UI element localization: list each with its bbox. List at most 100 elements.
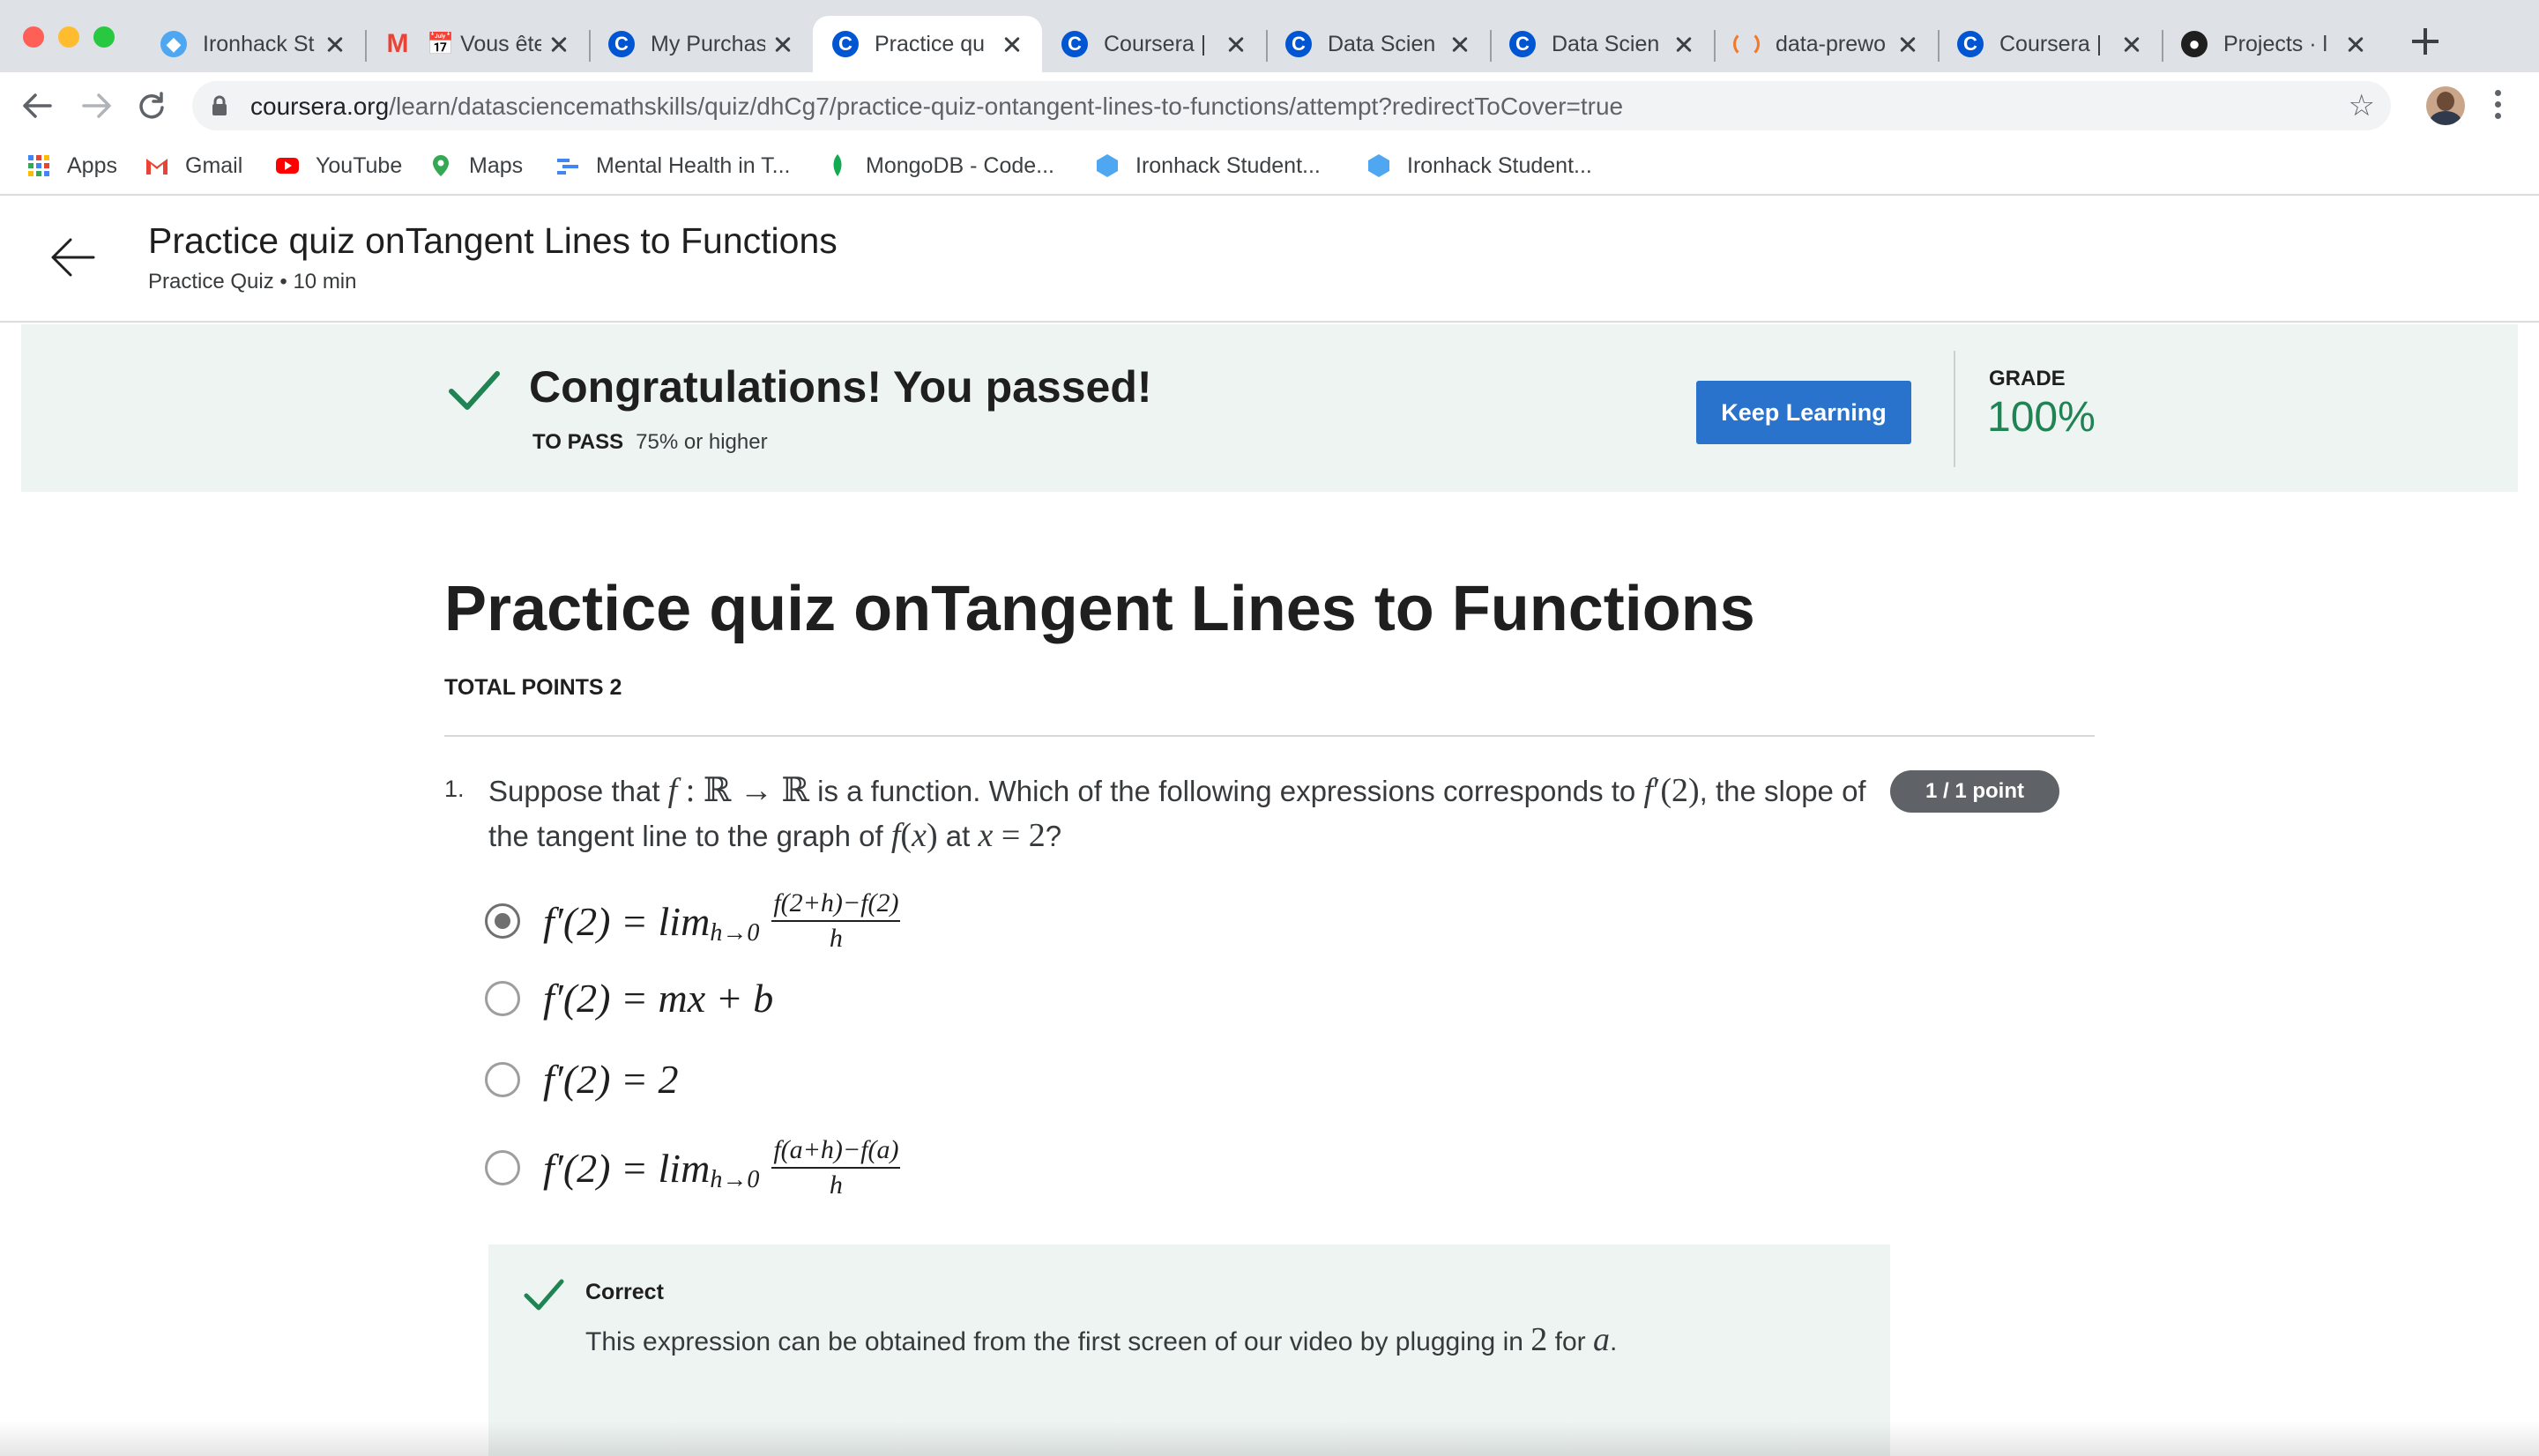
browser-tab[interactable]: C Coursera | xyxy=(1938,16,2162,72)
radio-button[interactable] xyxy=(485,1061,520,1097)
tab-close-icon[interactable] xyxy=(323,32,347,56)
tab-close-icon[interactable] xyxy=(771,32,795,56)
coursera-icon: C xyxy=(1285,31,1312,57)
passed-title: Congratulations! You passed! xyxy=(529,362,1152,412)
radio-button[interactable] xyxy=(485,1150,520,1185)
tab-close-icon[interactable] xyxy=(1224,32,1248,56)
bookmark-icon xyxy=(557,159,578,175)
tab-title: My Purchas xyxy=(651,31,765,56)
coursera-icon: C xyxy=(1509,31,1536,57)
quiz-title: Practice quiz onTangent Lines to Functio… xyxy=(444,574,1755,644)
browser-tab[interactable]: C Data Scien xyxy=(1266,16,1490,72)
profile-avatar[interactable] xyxy=(2426,86,2465,125)
option-formula: f′(2) = mx + b xyxy=(543,976,774,1021)
question-text: Suppose that f : ℝ → ℝ is a function. Wh… xyxy=(488,772,1866,854)
tab-title: Practice qu xyxy=(875,31,986,56)
answer-option[interactable]: f′(2) = 2 xyxy=(485,1056,679,1103)
passed-banner: Congratulations! You passed! TO PASS 75% … xyxy=(21,324,2518,492)
bookmark-label: YouTube xyxy=(316,152,403,178)
tab-close-icon[interactable] xyxy=(1448,32,1472,56)
browser-tab[interactable]: C Coursera | xyxy=(1042,16,1266,72)
reload-icon[interactable] xyxy=(134,88,169,123)
tab-title: Coursera | xyxy=(1104,31,1207,56)
question-number: 1. xyxy=(444,776,465,802)
option-formula: f′(2) = 2 xyxy=(543,1057,679,1102)
jupyter-icon xyxy=(1733,31,1760,57)
bookmark-mongodb[interactable]: MongoDB - Code... xyxy=(825,148,1054,183)
page-subtitle: Practice Quiz • 10 min xyxy=(148,270,357,293)
to-pass-value: 75% or higher xyxy=(636,430,768,454)
bookmark-label: MongoDB - Code... xyxy=(866,152,1054,178)
coursera-icon: C xyxy=(1061,31,1088,57)
address-bar[interactable]: coursera.org/learn/datasciencemathskills… xyxy=(192,81,2391,130)
forward-arrow-icon[interactable] xyxy=(79,88,115,123)
tab-close-icon[interactable] xyxy=(1895,32,1920,56)
tab-title: Data Scien xyxy=(1552,31,1660,56)
maps-pin-icon xyxy=(433,155,449,176)
bookmark-star-icon[interactable]: ☆ xyxy=(2349,90,2375,122)
answer-option[interactable]: f′(2) = lim h→0 f(2+h)−f(2) h xyxy=(485,888,901,954)
ironhack-icon xyxy=(1097,154,1118,177)
browser-tab[interactable]: C Data Scien xyxy=(1490,16,1714,72)
checkmark-icon xyxy=(524,1279,564,1311)
ironhack-icon xyxy=(1368,154,1389,177)
bookmark-apps[interactable]: Apps xyxy=(26,148,117,183)
browser-toolbar: coursera.org/learn/datasciencemathskills… xyxy=(0,72,2539,139)
url-text: coursera.org/learn/datasciencemathskills… xyxy=(250,93,1624,120)
browser-tab-bar: ◆ Ironhack St M 📅 Vous ête C My Purchas … xyxy=(0,0,2539,72)
browser-tab[interactable]: data-prewo xyxy=(1714,16,1938,72)
bookmark-youtube[interactable]: YouTube xyxy=(275,148,402,183)
radio-button[interactable] xyxy=(485,980,520,1016)
back-arrow-icon[interactable] xyxy=(49,234,95,280)
tab-title: data-prewo xyxy=(1776,31,1887,56)
bookmark-label: Apps xyxy=(67,152,117,178)
points-badge: 1 / 1 point xyxy=(1890,770,2059,813)
new-tab-plus-icon[interactable] xyxy=(2412,28,2438,55)
page-title: Practice quiz onTangent Lines to Functio… xyxy=(148,220,838,261)
gmail-icon xyxy=(146,159,168,175)
bookmark-label: Ironhack Student... xyxy=(1135,152,1321,178)
bookmark-label: Mental Health in T... xyxy=(596,152,791,178)
browser-tab[interactable]: ● Projects · l xyxy=(2162,16,2386,72)
quiz-page-header: Practice quiz onTangent Lines to Functio… xyxy=(0,196,2539,323)
radio-button-selected[interactable] xyxy=(485,903,520,939)
tab-close-icon[interactable] xyxy=(2343,32,2368,56)
bookmark-gmail[interactable]: Gmail xyxy=(145,148,242,183)
bookmark-ironhack-2[interactable]: Ironhack Student... xyxy=(1366,148,1592,183)
tab-close-icon[interactable] xyxy=(1672,32,1696,56)
bookmark-maps[interactable]: Maps xyxy=(428,148,523,183)
bookmark-ironhack-1[interactable]: Ironhack Student... xyxy=(1095,148,1321,183)
minimize-window-button[interactable] xyxy=(58,26,79,48)
grade-divider xyxy=(1954,351,1955,467)
bookmarks-bar: Apps Gmail YouTube Maps Mental Health in… xyxy=(0,139,2539,196)
feedback-title: Correct xyxy=(585,1280,664,1304)
coursera-icon: C xyxy=(608,31,635,57)
option-formula: f′(2) = lim h→0 f(a+h)−f(a) h xyxy=(543,1135,901,1200)
feedback-text: This expression can be obtained from the… xyxy=(585,1321,1618,1358)
bookmark-mental-health[interactable]: Mental Health in T... xyxy=(555,148,790,183)
tab-close-icon[interactable] xyxy=(547,32,571,56)
keep-learning-button[interactable]: Keep Learning xyxy=(1696,381,1911,444)
browser-tab[interactable]: M 📅 Vous ête xyxy=(365,16,589,72)
ironhack-icon: ◆ xyxy=(160,31,187,57)
total-points: TOTAL POINTS 2 xyxy=(444,675,622,700)
browser-tab[interactable]: ◆ Ironhack St xyxy=(141,16,365,72)
browser-menu-icon[interactable] xyxy=(2495,90,2502,122)
zoom-window-button[interactable] xyxy=(93,26,115,48)
option-formula: f′(2) = lim h→0 f(2+h)−f(2) h xyxy=(543,888,901,953)
tab-title: 📅 Vous ête xyxy=(427,31,541,56)
grade-label: GRADE xyxy=(1989,367,2066,390)
grade-value: 100% xyxy=(1987,394,2096,441)
to-pass-label: TO PASS xyxy=(532,430,624,454)
close-window-button[interactable] xyxy=(23,26,44,48)
answer-option[interactable]: f′(2) = mx + b xyxy=(485,975,773,1021)
browser-tab-active[interactable]: C Practice qu xyxy=(813,16,1042,72)
tab-close-icon[interactable] xyxy=(2119,32,2144,56)
back-arrow-icon[interactable] xyxy=(19,88,55,123)
apps-grid-icon xyxy=(28,155,49,176)
browser-tab[interactable]: C My Purchas xyxy=(589,16,813,72)
tab-close-icon[interactable] xyxy=(1000,32,1024,56)
github-icon: ● xyxy=(2181,31,2208,57)
lock-icon xyxy=(212,95,227,115)
answer-option[interactable]: f′(2) = lim h→0 f(a+h)−f(a) h xyxy=(485,1135,901,1200)
